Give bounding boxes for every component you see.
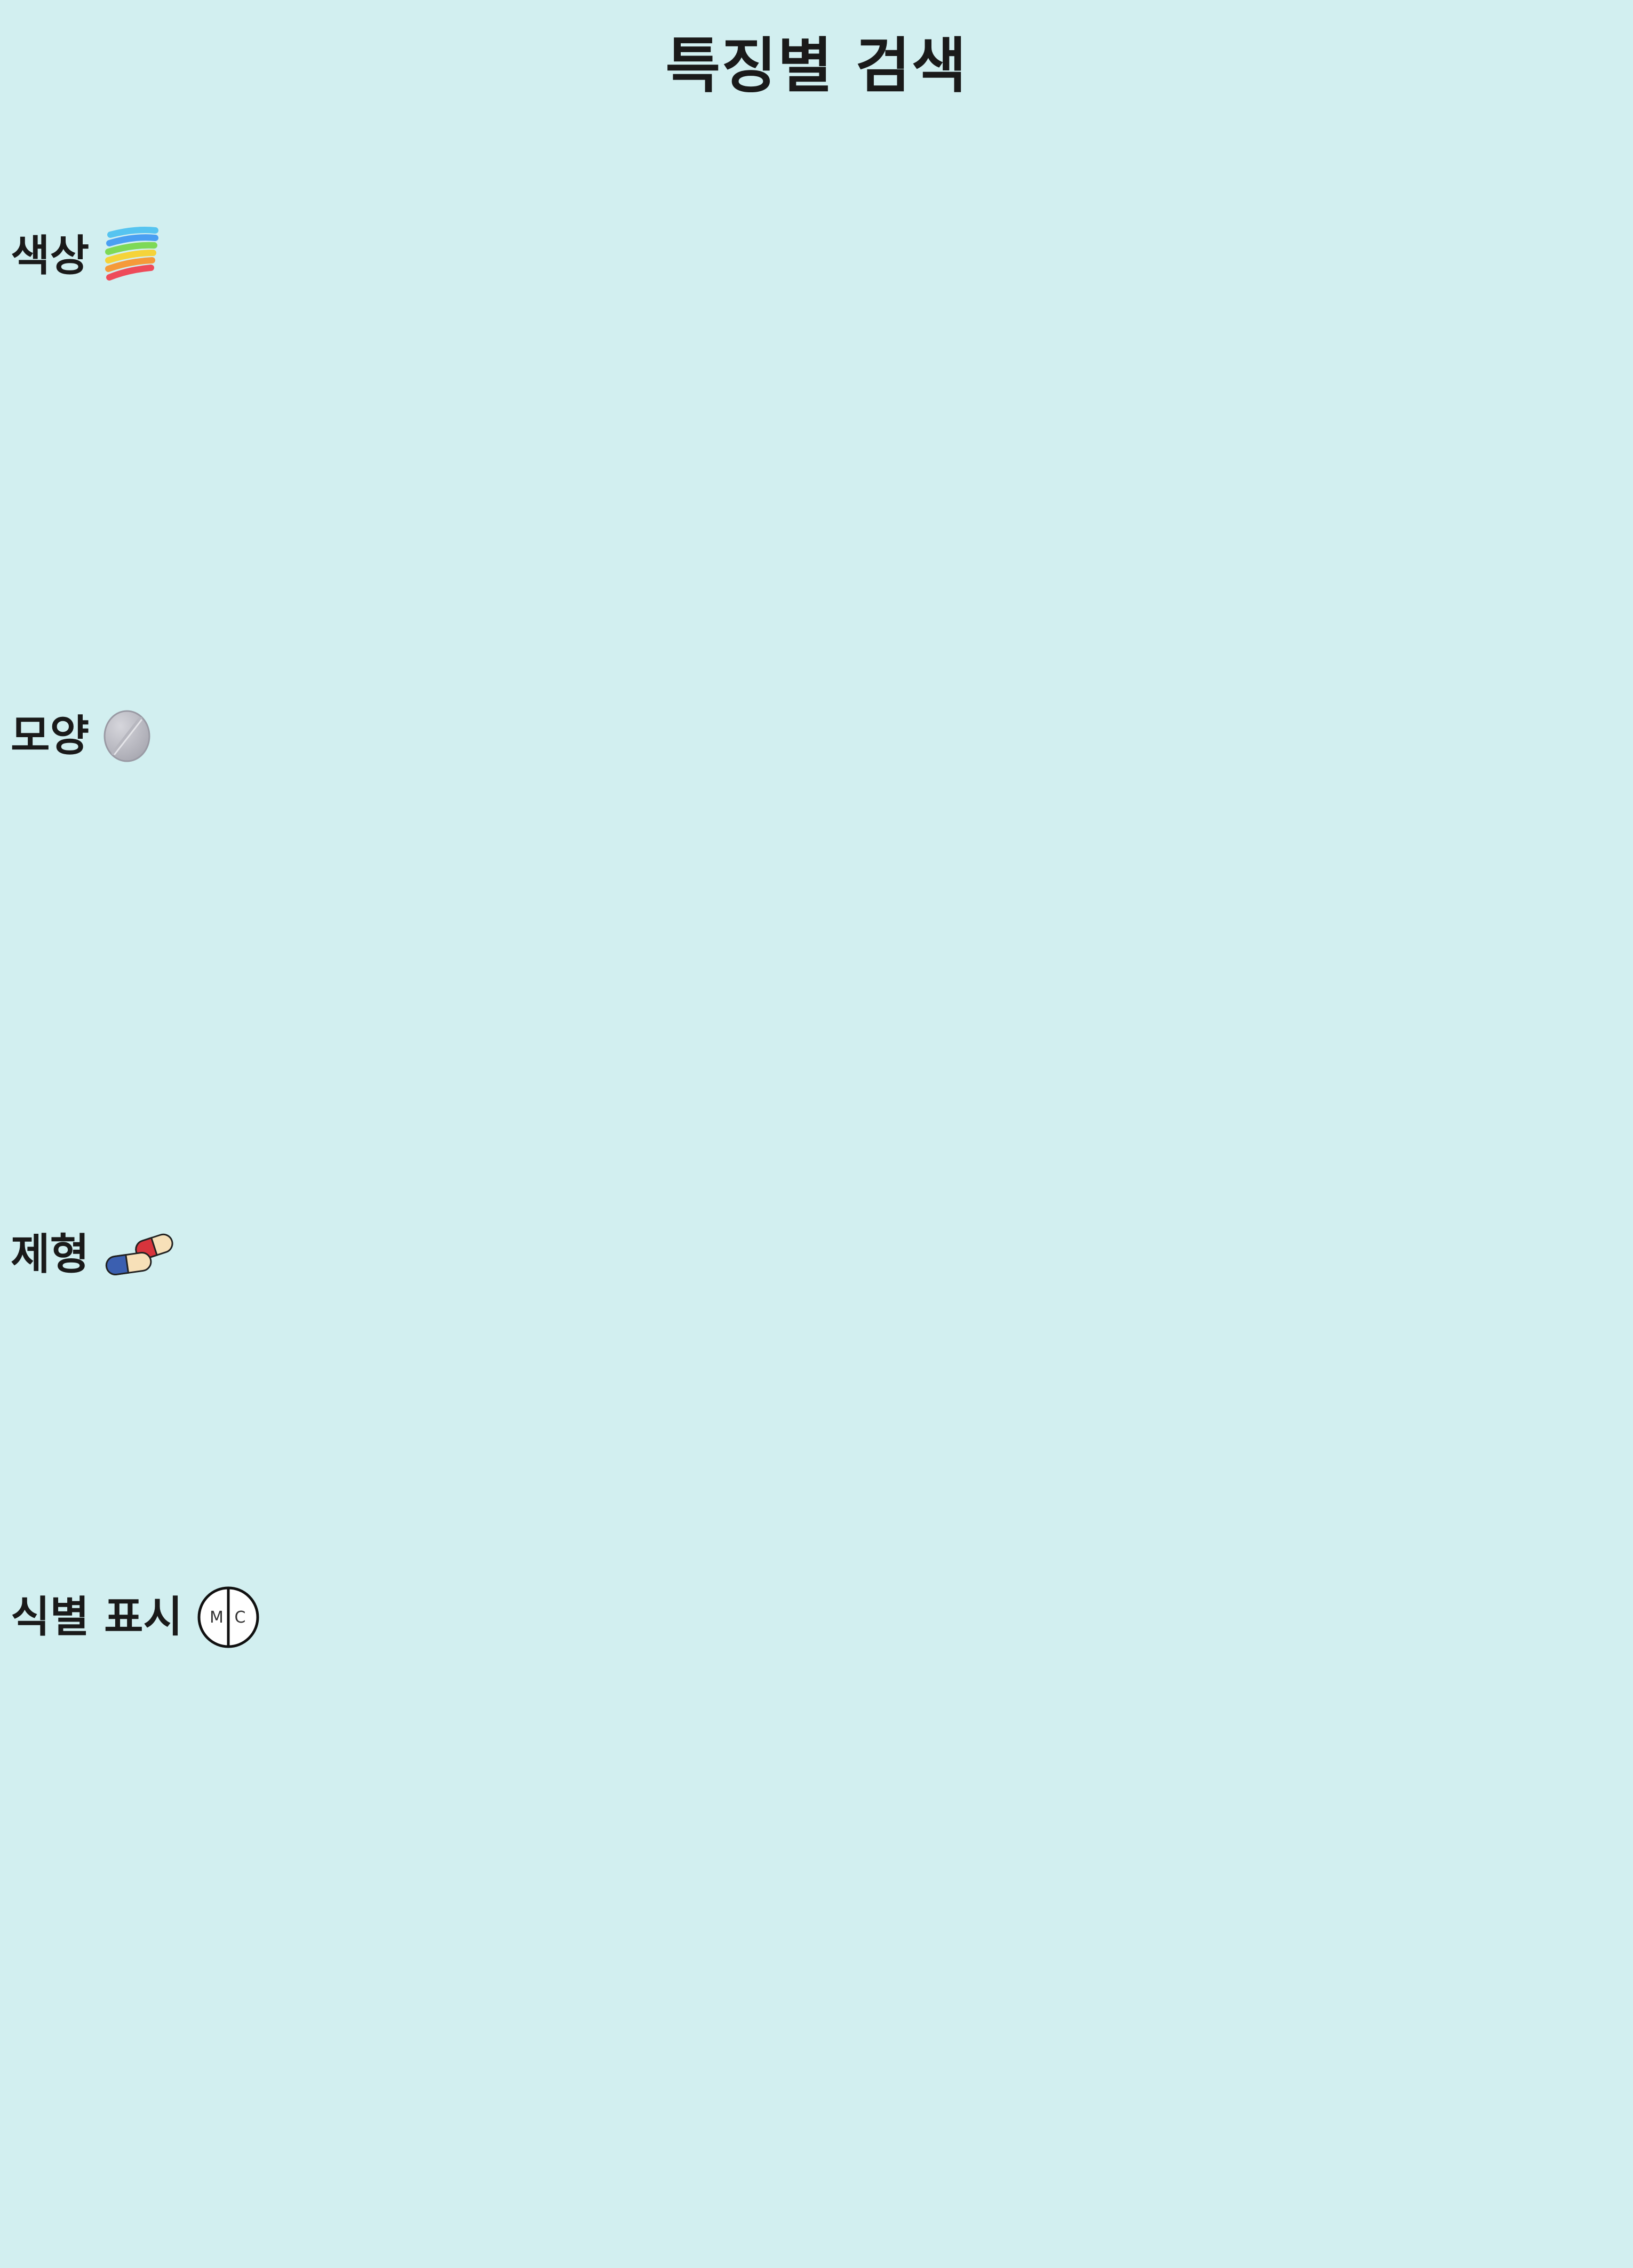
section-imprint-label: 식별 표시 [11, 1592, 183, 1642]
capsules-icon [103, 1228, 178, 1281]
imprint-right-text: C [235, 1608, 246, 1627]
section-form-label: 제형 [11, 1229, 90, 1279]
section-form: 제형 [11, 1215, 178, 1295]
rainbow-icon [103, 224, 162, 288]
page-title: 특징별 검색 [665, 31, 968, 101]
section-color-label: 색상 [11, 231, 90, 281]
section-shape-label: 모양 [11, 711, 90, 761]
imprint-mark-icon: M C [196, 1585, 260, 1649]
round-tablet-icon [103, 709, 151, 763]
section-imprint: 식별 표시 M C [11, 1577, 260, 1657]
imprint-left-text: M [210, 1608, 224, 1627]
section-shape: 모양 [11, 696, 151, 776]
section-color: 색상 [11, 216, 162, 296]
